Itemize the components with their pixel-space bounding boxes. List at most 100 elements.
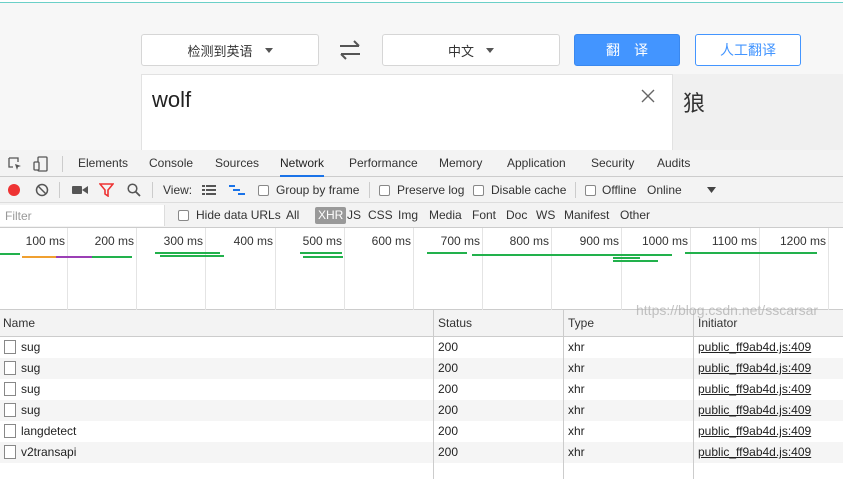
waterfall-bar [613, 257, 640, 259]
request-name: sug [21, 403, 41, 417]
timeline-gridline [482, 228, 483, 310]
timeline-tick-label: 200 ms [94, 234, 134, 248]
table-row[interactable]: langdetect 200 xhr public_ff9ab4d.js:409 [0, 421, 843, 442]
request-name: sug [21, 382, 41, 396]
request-name: sug [21, 340, 41, 354]
column-header-name[interactable]: Name [0, 310, 35, 337]
request-initiator-link[interactable]: public_ff9ab4d.js:409 [698, 358, 811, 379]
request-type: xhr [568, 340, 585, 354]
hide-data-urls-checkbox[interactable] [178, 210, 189, 221]
waterfall-bar [427, 252, 467, 254]
filter-type-media[interactable]: Media [429, 203, 462, 228]
timeline-tick-label: 700 ms [440, 234, 480, 248]
device-toolbar-icon[interactable] [33, 156, 49, 172]
column-header-type[interactable]: Type [565, 310, 594, 337]
waterfall-bar [303, 256, 343, 258]
table-row[interactable]: sug 200 xhr public_ff9ab4d.js:409 [0, 400, 843, 421]
filter-input[interactable] [0, 205, 165, 226]
waterfall-bar [155, 252, 220, 254]
search-icon[interactable] [127, 183, 141, 197]
request-status: 200 [438, 340, 459, 354]
filter-type-js[interactable]: JS [347, 203, 361, 228]
chevron-down-icon [264, 47, 273, 53]
waterfall-bar [613, 260, 658, 262]
request-initiator-link[interactable]: public_ff9ab4d.js:409 [698, 400, 811, 421]
filter-icon[interactable] [99, 183, 114, 197]
disable-cache-checkbox[interactable] [473, 185, 484, 196]
table-row[interactable]: sug 200 xhr public_ff9ab4d.js:409 [0, 379, 843, 400]
translation-output: 狼 [673, 74, 843, 154]
timeline-tick-label: 400 ms [233, 234, 273, 248]
timeline-tick-label: 800 ms [509, 234, 549, 248]
request-initiator-link[interactable]: public_ff9ab4d.js:409 [698, 379, 811, 400]
request-initiator-link[interactable]: public_ff9ab4d.js:409 [698, 337, 811, 358]
devtools-tabbar: Elements Console Sources Network Performance… [0, 150, 843, 177]
tab-application[interactable]: Application [507, 150, 566, 177]
tab-audits[interactable]: Audits [657, 150, 690, 177]
filter-type-doc[interactable]: Doc [506, 203, 527, 228]
request-type: xhr [568, 382, 585, 396]
request-name: sug [21, 361, 41, 375]
source-language-label: 检测到英语 [187, 43, 253, 59]
request-initiator-link[interactable]: public_ff9ab4d.js:409 [698, 421, 811, 442]
table-row[interactable]: v2transapi 200 xhr public_ff9ab4d.js:409 [0, 442, 843, 463]
timeline-gridline [344, 228, 345, 310]
throttling-select[interactable]: Online [647, 177, 682, 203]
clear-icon[interactable] [35, 183, 49, 197]
request-status: 200 [438, 382, 459, 396]
tab-elements[interactable]: Elements [78, 150, 128, 177]
video-camera-icon[interactable] [72, 184, 88, 196]
tab-security[interactable]: Security [591, 150, 634, 177]
request-name: v2transapi [21, 445, 77, 459]
human-translate-button[interactable]: 人工翻译 [695, 34, 801, 66]
request-type: xhr [568, 424, 585, 438]
file-icon [4, 424, 16, 438]
filter-type-ws[interactable]: WS [536, 203, 555, 228]
filter-type-manifest[interactable]: Manifest [564, 203, 609, 228]
tab-network[interactable]: Network [280, 150, 325, 177]
tab-memory[interactable]: Memory [439, 150, 482, 177]
preserve-log-checkbox[interactable] [379, 185, 390, 196]
timeline-tick-label: 1100 ms [711, 234, 757, 248]
column-divider [563, 310, 564, 479]
table-row[interactable]: sug 200 xhr public_ff9ab4d.js:409 [0, 337, 843, 358]
filter-type-font[interactable]: Font [472, 203, 496, 228]
list-view-icon[interactable] [202, 184, 216, 196]
table-row[interactable]: sug 200 xhr public_ff9ab4d.js:409 [0, 358, 843, 379]
request-type: xhr [568, 361, 585, 375]
disable-cache-label: Disable cache [491, 183, 567, 197]
filter-type-img[interactable]: Img [398, 203, 418, 228]
hide-data-urls-label: Hide data URLs [196, 208, 281, 222]
divider [369, 182, 370, 198]
target-language-select[interactable]: 中文 [382, 34, 560, 66]
filter-type-xhr[interactable]: XHR [315, 207, 347, 224]
tab-performance[interactable]: Performance [349, 150, 418, 177]
request-initiator-link[interactable]: public_ff9ab4d.js:409 [698, 442, 811, 463]
waterfall-view-icon[interactable] [229, 184, 245, 196]
timeline-gridline [136, 228, 137, 310]
tab-sources[interactable]: Sources [215, 150, 259, 177]
translate-button[interactable]: 翻译 [574, 34, 680, 66]
translation-text: 狼 [683, 91, 706, 116]
chevron-down-icon[interactable] [707, 187, 716, 193]
column-divider [433, 310, 434, 479]
inspect-element-icon[interactable] [8, 157, 22, 171]
group-by-frame-checkbox[interactable] [258, 185, 269, 196]
divider [575, 182, 576, 198]
column-header-status[interactable]: Status [435, 310, 472, 337]
record-icon[interactable] [7, 183, 21, 197]
close-icon[interactable] [640, 88, 656, 104]
request-status: 200 [438, 361, 459, 375]
source-language-select[interactable]: 检测到英语 [141, 34, 319, 66]
tab-console[interactable]: Console [149, 150, 193, 177]
waterfall-bar [472, 254, 672, 256]
source-text-area[interactable]: wolf [141, 74, 673, 154]
watermark: https://blog.csdn.net/sscarsar [636, 302, 819, 318]
filter-type-other[interactable]: Other [620, 203, 650, 228]
filter-type-css[interactable]: CSS [368, 203, 393, 228]
waterfall-bar [300, 252, 342, 254]
offline-checkbox[interactable] [585, 185, 596, 196]
filter-type-all[interactable]: All [286, 203, 299, 228]
request-status: 200 [438, 403, 459, 417]
swap-languages-icon[interactable] [337, 37, 363, 63]
